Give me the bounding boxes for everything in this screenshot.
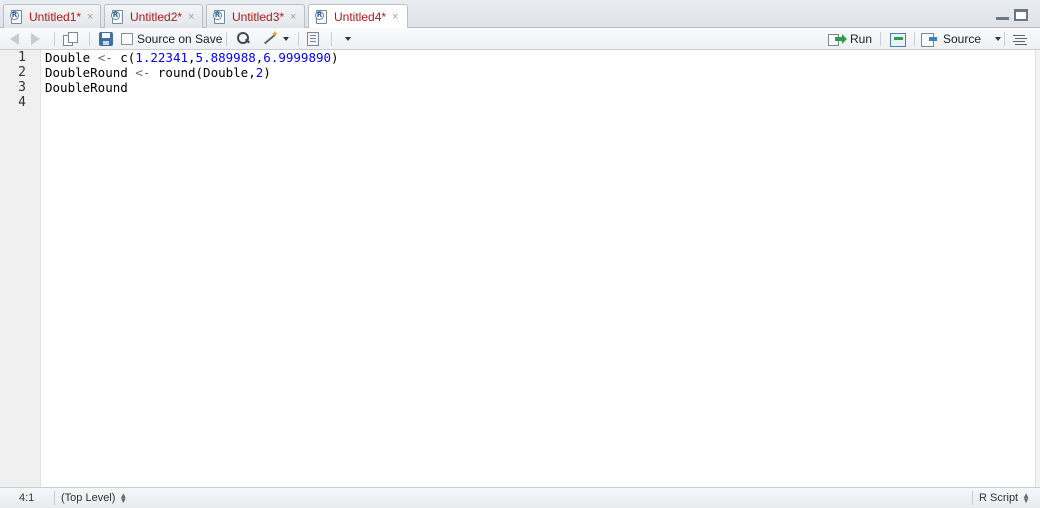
source-on-save-label: Source on Save <box>137 32 223 46</box>
outline-lines-icon <box>1013 34 1025 44</box>
run-button[interactable]: Run <box>828 28 872 50</box>
close-tab-icon[interactable]: × <box>392 11 398 23</box>
maximize-pane-icon[interactable] <box>1014 9 1028 21</box>
code-token: c( <box>112 50 136 65</box>
up-down-icon: ▲ ▼ <box>119 491 128 505</box>
numeric-literal: 6.9999890 <box>263 50 332 65</box>
assignment-operator: <- <box>135 65 151 80</box>
more-options-button[interactable] <box>341 28 351 50</box>
magic-wand-icon <box>261 29 279 46</box>
scope-label: (Top Level) <box>61 492 116 504</box>
code-token: ) <box>331 50 339 65</box>
forward-button[interactable] <box>31 28 40 50</box>
back-arrow-icon <box>10 33 19 45</box>
rerun-button[interactable] <box>890 28 908 50</box>
pages-icon <box>63 32 79 46</box>
status-divider <box>972 491 973 505</box>
toolbar-divider <box>331 32 332 46</box>
document-outline-button[interactable] <box>1013 28 1025 50</box>
code-line[interactable]: Double <- c(1.22341,5.889988,6.9999890) <box>45 50 339 65</box>
run-label: Run <box>850 32 873 46</box>
line-number: 3 <box>18 80 26 95</box>
code-token: , <box>188 50 196 65</box>
save-button[interactable] <box>99 28 113 50</box>
back-button[interactable] <box>10 28 19 50</box>
magnifier-icon <box>236 32 250 46</box>
minimize-pane-icon[interactable] <box>996 9 1010 21</box>
toolbar-divider <box>89 32 90 46</box>
close-tab-icon[interactable]: × <box>87 11 93 23</box>
code-token: round(Double, <box>150 65 256 80</box>
code-line[interactable]: DoubleRound <- round(Double,2) <box>45 65 271 80</box>
tab-untitled1[interactable]: R Untitled1* × <box>3 4 101 28</box>
code-token: Double <box>45 50 98 65</box>
file-type-label: R Script <box>979 492 1019 504</box>
source-on-save-checkbox[interactable] <box>121 33 133 45</box>
r-file-icon: R <box>213 9 227 24</box>
code-token: DoubleRound <box>45 65 136 80</box>
line-number: 2 <box>18 65 26 80</box>
editor-tab-bar: R Untitled1* × R Untitled2* × R Untitled… <box>0 0 1040 29</box>
notebook-icon <box>307 32 319 46</box>
editor-scrollbar[interactable] <box>1035 50 1040 487</box>
code-line[interactable]: DoubleRound <box>45 80 128 95</box>
numeric-literal: 5.889988 <box>195 50 256 65</box>
toolbar-divider <box>54 32 55 46</box>
source-on-save-toggle[interactable]: Source on Save <box>121 28 222 50</box>
r-file-icon: R <box>10 9 24 24</box>
source-arrow-icon <box>921 33 939 47</box>
toolbar-divider <box>1004 32 1005 46</box>
r-file-icon: R <box>111 9 125 24</box>
chevron-down-icon <box>283 37 289 41</box>
editor-status-bar: 4:1 (Top Level) ▲ ▼ R Script ▲ ▼ <box>0 487 1040 508</box>
code-token: DoubleRound <box>45 80 128 95</box>
save-disk-icon <box>99 32 113 46</box>
status-divider <box>54 491 55 505</box>
code-editor[interactable]: Double <- c(1.22341,5.889988,6.9999890) D… <box>45 50 1035 487</box>
toolbar-divider <box>226 32 227 46</box>
chevron-down-icon[interactable] <box>995 37 1002 41</box>
forward-arrow-icon <box>31 33 40 45</box>
editor-toolbar: Source on Save Run Source <box>0 28 1040 50</box>
up-down-icon: ▲ ▼ <box>1022 491 1031 505</box>
tab-label: Untitled4* <box>334 10 387 24</box>
rerun-icon <box>890 32 908 47</box>
toolbar-divider <box>880 32 881 46</box>
cursor-position: 4:1 <box>19 492 35 504</box>
close-tab-icon[interactable]: × <box>290 11 296 23</box>
run-arrow-icon <box>828 33 847 46</box>
toolbar-divider <box>914 32 915 46</box>
numeric-literal: 1.22341 <box>135 50 189 65</box>
tab-label: Untitled1* <box>29 9 82 24</box>
assignment-operator: <- <box>97 50 113 65</box>
tab-label: Untitled3* <box>232 9 285 24</box>
tab-untitled2[interactable]: R Untitled2* × <box>104 4 203 28</box>
source-label: Source <box>943 32 982 46</box>
close-tab-icon[interactable]: × <box>188 11 194 23</box>
file-type-selector[interactable]: R Script ▲ ▼ <box>979 488 1030 508</box>
compile-notebook-button[interactable] <box>307 28 319 50</box>
find-replace-button[interactable] <box>236 28 250 50</box>
chevron-down-icon <box>345 37 351 41</box>
line-number: 1 <box>18 50 26 65</box>
line-number: 4 <box>18 95 26 110</box>
scope-selector[interactable]: (Top Level) ▲ ▼ <box>61 488 127 508</box>
code-token: ) <box>263 65 271 80</box>
tab-untitled3[interactable]: R Untitled3* × <box>206 4 305 28</box>
tab-label: Untitled2* <box>130 9 183 24</box>
tab-untitled4[interactable]: R Untitled4* × <box>308 4 408 29</box>
show-in-window-button[interactable] <box>63 28 79 50</box>
toolbar-divider <box>298 32 299 46</box>
r-file-icon: R <box>315 10 329 24</box>
code-tools-button[interactable] <box>261 28 289 50</box>
source-button[interactable]: Source <box>921 28 1002 50</box>
line-number-gutter: 1 2 3 4 <box>0 50 41 487</box>
